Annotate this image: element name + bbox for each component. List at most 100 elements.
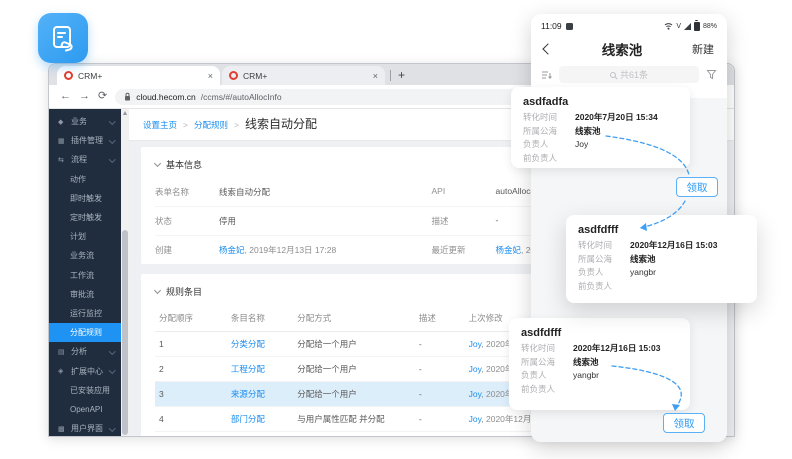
- field-label: 负责人: [521, 369, 573, 383]
- rule-entry-link[interactable]: 工程分配: [231, 364, 265, 374]
- col-method: 分配方式: [293, 305, 415, 332]
- lock-icon: [124, 92, 131, 101]
- field-label: API: [432, 186, 496, 198]
- sidebar-item-installed-apps[interactable]: 已安装应用: [49, 381, 121, 400]
- cell-order: 5: [155, 432, 227, 437]
- owner-name: yangbr: [630, 266, 656, 280]
- cell-desc: -: [415, 382, 465, 407]
- cell-desc: -: [415, 407, 465, 432]
- cell-method: 分配给一个用户: [293, 357, 415, 382]
- sidebar-item-plan[interactable]: 计划: [49, 227, 121, 246]
- tab-close-icon[interactable]: ×: [373, 71, 378, 81]
- tab-title: CRM+: [78, 71, 203, 81]
- breadcrumb-separator: >: [234, 120, 239, 130]
- modifier-link[interactable]: Joy: [469, 389, 482, 399]
- creator-link[interactable]: 杨金妃: [219, 245, 245, 255]
- search-icon: [610, 72, 616, 78]
- sidebar-label: 分配规则: [70, 327, 102, 338]
- forward-icon[interactable]: →: [79, 91, 90, 102]
- sidebar-item-timed-trigger[interactable]: 定时触发: [49, 208, 121, 227]
- scrollbar-up-arrow-icon[interactable]: [123, 111, 127, 115]
- tab-close-icon[interactable]: ×: [208, 71, 213, 81]
- breadcrumb-section-link[interactable]: 分配规则: [194, 119, 228, 131]
- sort-icon[interactable]: [541, 70, 552, 80]
- sidebar-item-extension-center[interactable]: ◈扩展中心: [49, 361, 121, 380]
- field-label: 前负责人: [521, 383, 573, 397]
- signal-icon: [684, 23, 691, 30]
- back-icon[interactable]: ←: [60, 91, 71, 102]
- field-label: 状态: [155, 215, 219, 227]
- wifi-icon: [664, 22, 673, 30]
- sidebar-item-openapi[interactable]: OpenAPI: [49, 400, 121, 419]
- modifier-link[interactable]: Joy: [469, 339, 482, 349]
- browser-tab-2[interactable]: CRM+ ×: [222, 66, 385, 85]
- new-button[interactable]: 新建: [692, 41, 714, 57]
- field-value: -: [496, 215, 499, 227]
- battery-percent: 88%: [703, 23, 717, 30]
- crm-favicon: [229, 71, 238, 80]
- sidebar-item-user-interface[interactable]: ▩用户界面: [49, 419, 121, 436]
- cell-desc: -: [415, 332, 465, 357]
- sidebar-label: 扩展中心: [71, 366, 103, 377]
- screen-record-icon: [566, 23, 573, 30]
- search-input[interactable]: 共61条: [559, 66, 699, 83]
- reload-icon[interactable]: ⟳: [98, 91, 107, 102]
- field-label: 转化时间: [578, 239, 630, 253]
- field-label: 前负责人: [523, 152, 575, 166]
- created-time: , 2019年12月13日 17:28: [245, 245, 337, 255]
- sidebar-item-instant-trigger[interactable]: 即时触发: [49, 189, 121, 208]
- sidebar-scrollbar-thumb[interactable]: [122, 230, 128, 435]
- sidebar-item-business-flow[interactable]: 业务流: [49, 246, 121, 265]
- phone-nav-bar: 线索池 新建: [531, 33, 727, 63]
- modifier-link[interactable]: Joy: [469, 364, 482, 374]
- filter-funnel-icon[interactable]: [706, 69, 717, 80]
- claim-button[interactable]: 领取: [663, 413, 705, 433]
- sidebar-label: 审批流: [70, 289, 94, 300]
- modified-time: , 2020年12月: [481, 414, 531, 424]
- status-time: 11:09: [541, 21, 562, 31]
- field-label: 负责人: [578, 266, 630, 280]
- claim-button[interactable]: 领取: [676, 177, 718, 197]
- lead-card-asdfdfff-1[interactable]: asdfdfff 转化时间2020年12月16日 15:03 所属公海线索池 负…: [566, 215, 757, 303]
- sidebar-label: 计划: [70, 231, 86, 242]
- modifier-link[interactable]: Joy: [469, 414, 482, 424]
- lead-card-asdfdfff-2[interactable]: asdfdfff 转化时间2020年12月16日 15:03 所属公海线索池 负…: [509, 318, 690, 410]
- url-host: cloud.hecom.cn: [136, 92, 196, 102]
- hecom-app-icon[interactable]: [38, 13, 88, 63]
- url-path: /ccms/#/autoAllocInfo: [201, 92, 282, 102]
- field-label: 创建: [155, 244, 219, 256]
- lead-title: asdfdfff: [521, 327, 678, 339]
- rule-entry-link[interactable]: 部门分配: [231, 414, 265, 424]
- rule-entry-link[interactable]: 来源分配: [231, 389, 265, 399]
- sidebar-item-allocation-rules[interactable]: 分配规则: [49, 323, 121, 342]
- sidebar-item-analysis[interactable]: ▤分析: [49, 342, 121, 361]
- lead-title: asdfdfff: [578, 224, 745, 236]
- screenshot-canvas: CRM+ × CRM+ × + ← → ⟳ cloud.hecom.cn/ccm…: [0, 0, 792, 459]
- lead-card-asdfadfa[interactable]: asdfadfa 转化时间2020年7月20日 15:34 所属公海线索池 负责…: [511, 87, 690, 168]
- crm-sidebar: ◆业务 ▦插件管理 ⇆流程 动作 即时触发 定时触发 计划 业务流 工作流 审批…: [49, 109, 121, 436]
- back-chevron-icon[interactable]: [542, 43, 553, 54]
- sidebar-item-approval-flow[interactable]: 审批流: [49, 285, 121, 304]
- sidebar-item-run-monitor[interactable]: 运行监控: [49, 304, 121, 323]
- cell-method: 与对象属性匹配 并分配: [293, 432, 415, 437]
- analysis-icon: ▤: [58, 348, 67, 356]
- cell-order: 1: [155, 332, 227, 357]
- breadcrumb-separator: >: [183, 120, 188, 130]
- sidebar-item-plugins[interactable]: ▦插件管理: [49, 131, 121, 150]
- sidebar-item-business[interactable]: ◆业务: [49, 112, 121, 131]
- sidebar-item-workflow[interactable]: 工作流: [49, 266, 121, 285]
- sidebar-item-process[interactable]: ⇆流程: [49, 150, 121, 169]
- field-value: 停用: [219, 215, 236, 227]
- browser-tab-1[interactable]: CRM+ ×: [57, 66, 220, 85]
- breadcrumb-home-link[interactable]: 设置主页: [143, 119, 177, 131]
- owner-name: Joy: [575, 138, 588, 152]
- field-label: 最近更新: [432, 244, 496, 256]
- updater-link[interactable]: 杨金妃: [496, 245, 522, 255]
- pool-name: 线索池: [575, 125, 601, 139]
- rule-entry-link[interactable]: 分类分配: [231, 339, 265, 349]
- owner-name: yangbr: [573, 369, 599, 383]
- tab-divider: [390, 70, 391, 81]
- new-tab-button[interactable]: +: [398, 68, 405, 82]
- sidebar-item-action[interactable]: 动作: [49, 170, 121, 189]
- cell-desc: -: [415, 357, 465, 382]
